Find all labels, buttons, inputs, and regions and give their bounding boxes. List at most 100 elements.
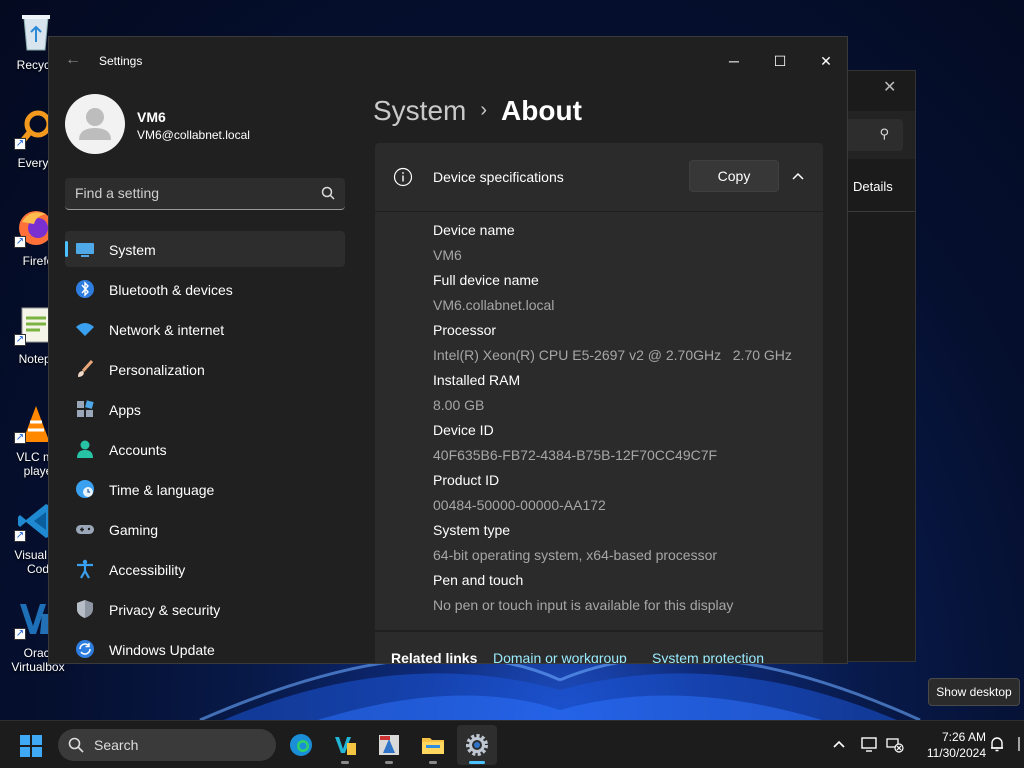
spec-label: Device ID [433, 422, 494, 438]
user-email: VM6@collabnet.local [137, 128, 250, 142]
nav-label: Time & language [109, 482, 215, 498]
nav-item-personalization[interactable]: Personalization [65, 351, 345, 387]
screen-clip-icon[interactable] [860, 735, 878, 753]
search-icon[interactable] [321, 186, 335, 200]
active-indicator [469, 761, 485, 764]
system-icon [76, 243, 94, 257]
spec-label: Installed RAM [433, 372, 521, 388]
clock-time: 7:26 AM [941, 730, 986, 744]
spec-label: Device name [433, 222, 515, 238]
user-name: VM6 [137, 109, 166, 125]
running-indicator [429, 761, 437, 764]
shortcut-arrow-icon: ↗ [14, 236, 26, 248]
find-setting-box[interactable] [65, 178, 345, 210]
notification-bell-icon[interactable] [988, 735, 1006, 753]
copy-button[interactable]: Copy [689, 160, 779, 192]
maximize-button[interactable]: ☐ [757, 45, 803, 77]
taskbar-search-label: Search [94, 737, 139, 753]
taskbar: Search 7:26 AM 11/30/2024 [0, 720, 1024, 768]
details-tab[interactable]: Details [853, 179, 893, 194]
search-input[interactable] [65, 178, 305, 208]
nav-item-apps[interactable]: Apps [65, 391, 345, 427]
system-protection-link[interactable]: System protection [652, 650, 764, 663]
spec-label: Full device name [433, 272, 539, 288]
system-clock[interactable]: 7:26 AM 11/30/2024 [916, 729, 986, 761]
shortcut-arrow-icon: ↗ [14, 334, 26, 346]
windows-start-icon[interactable] [20, 735, 42, 757]
nav-item-privacy-security[interactable]: Privacy & security [65, 591, 345, 627]
background-search-box[interactable]: ⚲ [845, 119, 903, 151]
nav-item-system[interactable]: System [65, 231, 345, 267]
close-button[interactable]: ✕ [803, 45, 847, 77]
nav-label: System [109, 242, 156, 258]
nav-label: Windows Update [109, 642, 215, 658]
nav-item-time-language[interactable]: Time & language [65, 471, 345, 507]
file-explorer-icon [422, 738, 444, 754]
gamepad-icon [76, 525, 94, 534]
taskbar-file-explorer[interactable] [413, 725, 453, 765]
taskbar-installer[interactable] [369, 725, 409, 765]
app-title: Settings [99, 54, 143, 68]
shortcut-arrow-icon: ↗ [14, 432, 26, 444]
taskbar-edge[interactable] [281, 725, 321, 765]
back-arrow-icon[interactable]: ← [65, 51, 81, 69]
shortcut-arrow-icon: ↗ [14, 530, 26, 542]
taskbar-search[interactable]: Search [58, 729, 276, 761]
domain-workgroup-link[interactable]: Domain or workgroup [493, 650, 627, 663]
shortcut-arrow-icon: ↗ [14, 628, 26, 640]
visual-studio-icon [335, 737, 356, 755]
minimize-button[interactable]: ─ [711, 45, 757, 77]
running-indicator [385, 761, 393, 764]
spec-value: VM6 [433, 247, 462, 263]
nav-item-accounts[interactable]: Accounts [65, 431, 345, 467]
spec-value: 64-bit operating system, x64-based proce… [433, 547, 718, 563]
spec-label: Processor [433, 322, 497, 338]
section-title: Device specifications [433, 169, 564, 185]
running-indicator [341, 761, 349, 764]
breadcrumb-parent[interactable]: System [373, 95, 466, 126]
settings-nav: System Bluetooth & devices Network & int… [65, 231, 345, 663]
device-specifications-header[interactable]: Device specifications Copy [375, 143, 823, 211]
nav-item-accessibility[interactable]: Accessibility [65, 551, 345, 587]
chevron-up-icon[interactable] [830, 735, 848, 753]
page-title: About [501, 95, 582, 126]
avatar[interactable] [65, 94, 125, 154]
bluetooth-icon [76, 280, 94, 298]
brush-icon [78, 359, 94, 377]
related-links: Related links Domain or workgroup System… [375, 631, 823, 664]
spec-value: 8.00 GB [433, 397, 485, 413]
nav-item-windows-update[interactable]: Windows Update [65, 631, 345, 663]
nav-label: Apps [109, 402, 141, 418]
nav-label: Personalization [109, 362, 205, 378]
globe-clock-icon [76, 480, 94, 498]
spec-label: System type [433, 522, 511, 538]
settings-gear-icon [466, 734, 488, 756]
nav-label: Gaming [109, 522, 159, 538]
title-bar[interactable]: ← Settings ─ ☐ ✕ [49, 37, 847, 85]
nav-item-gaming[interactable]: Gaming [65, 511, 345, 547]
accessibility-icon [77, 559, 93, 579]
related-links-title: Related links [391, 650, 478, 664]
nav-label: Bluetooth & devices [109, 282, 233, 298]
nav-label: Privacy & security [109, 602, 221, 618]
device-specifications-list: Device name VM6 Full device name VM6.col… [375, 212, 823, 630]
nav-item-network[interactable]: Network & internet [65, 311, 345, 347]
search-icon: ⚲ [879, 126, 889, 141]
taskbar-visual-studio[interactable] [325, 725, 365, 765]
nav-item-bluetooth[interactable]: Bluetooth & devices [65, 271, 345, 307]
shield-icon [77, 600, 93, 618]
info-icon [393, 167, 413, 187]
nsis-installer-icon [379, 735, 399, 755]
close-icon[interactable]: ✕ [883, 77, 896, 97]
apps-icon [77, 400, 94, 417]
settings-window[interactable]: ← Settings ─ ☐ ✕ VM6 VM6@collabnet.local… [48, 36, 848, 664]
spec-value: VM6.collabnet.local [433, 297, 555, 313]
spec-value: 40F635B6-FB72-4384-B75B-12F70CC49C7F [433, 447, 718, 463]
nav-label: Network & internet [109, 322, 225, 338]
shortcut-arrow-icon: ↗ [14, 138, 26, 150]
chevron-up-icon[interactable] [791, 171, 805, 181]
search-icon [68, 737, 84, 753]
network-disconnected-icon[interactable] [886, 735, 904, 753]
show-desktop-button[interactable] [1014, 735, 1024, 753]
taskbar-settings[interactable] [457, 725, 497, 765]
